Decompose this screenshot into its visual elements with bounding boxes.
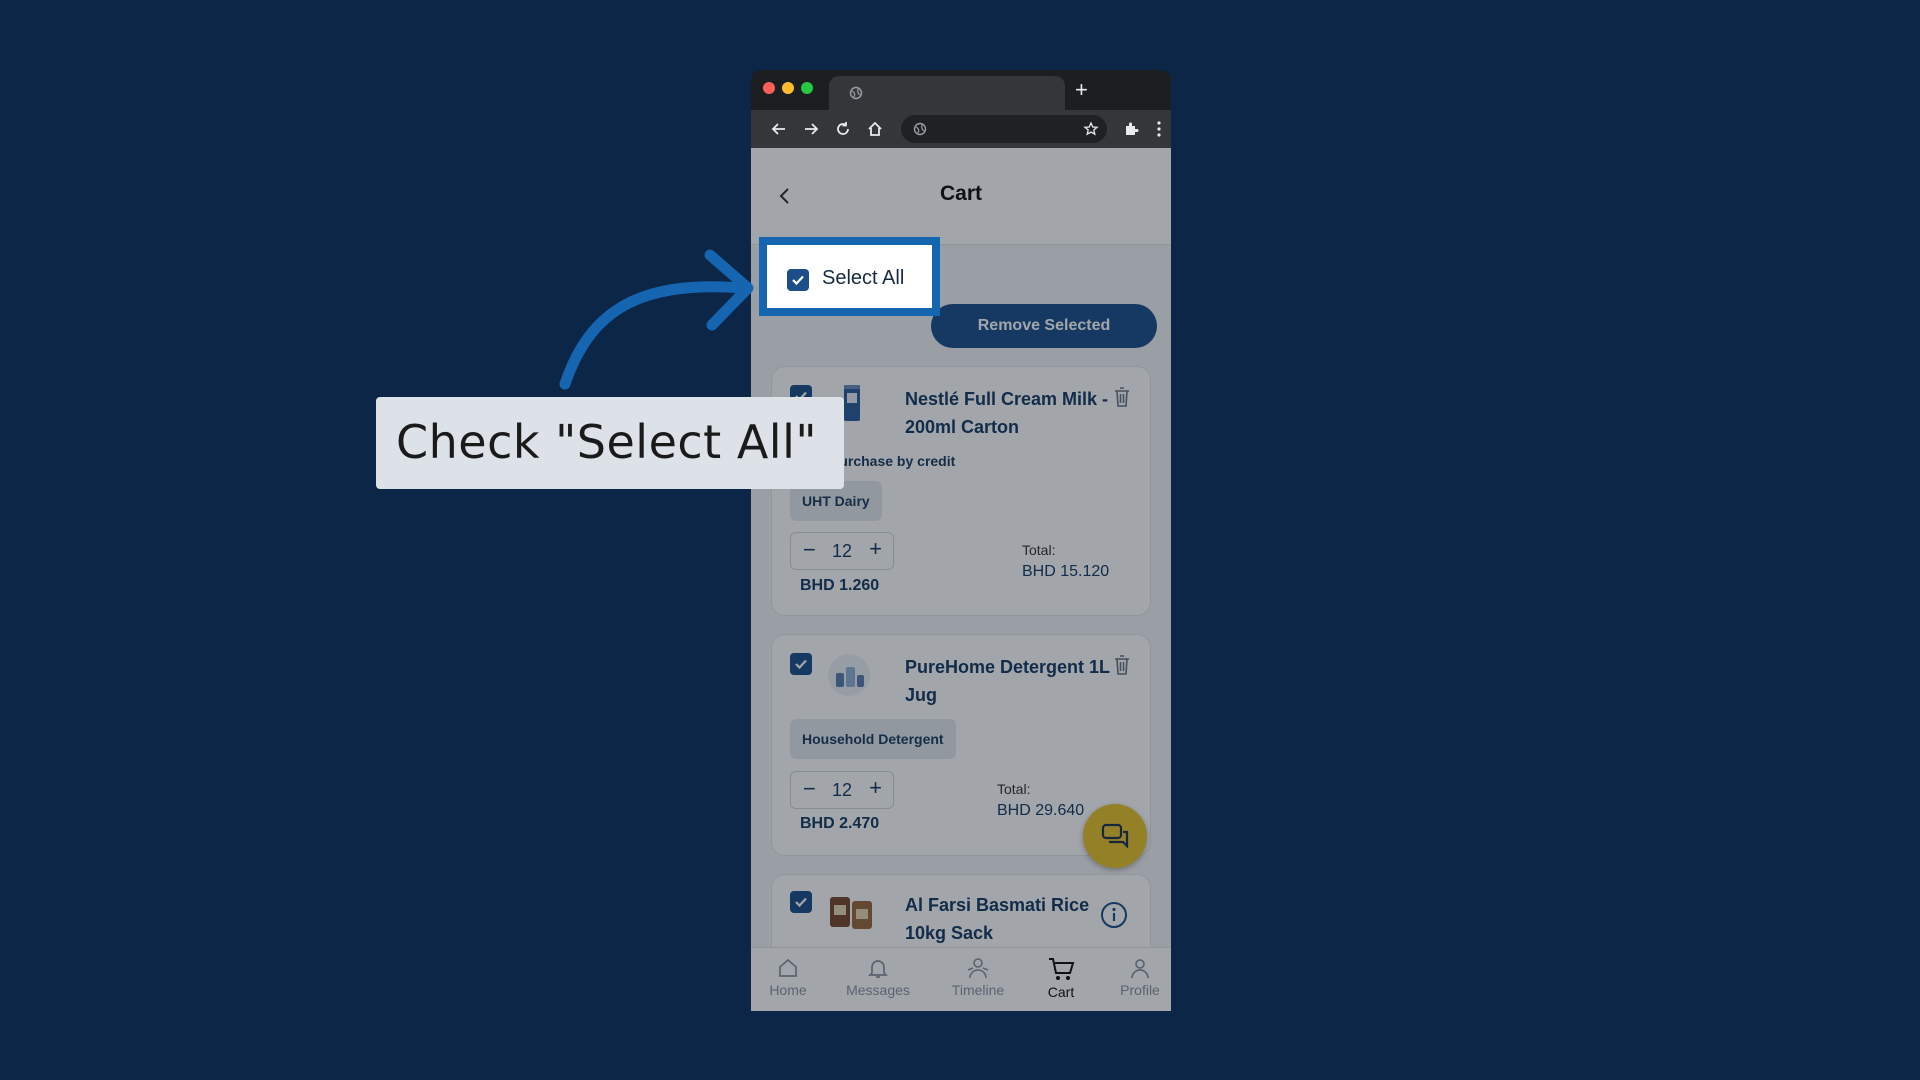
instruction-text: Check "Select All" (396, 415, 818, 469)
globe-icon (849, 86, 863, 100)
minimize-window-button[interactable] (782, 82, 794, 94)
check-icon (792, 275, 804, 286)
globe-icon (913, 122, 927, 136)
maximize-window-button[interactable] (801, 82, 813, 94)
select-all-label: Select All (822, 267, 905, 289)
instruction-callout: Check "Select All" (376, 397, 844, 489)
close-window-button[interactable] (763, 82, 775, 94)
address-bar[interactable] (901, 115, 1107, 143)
more-options-icon[interactable] (1149, 119, 1169, 139)
back-icon[interactable] (769, 119, 789, 139)
forward-icon[interactable] (801, 119, 821, 139)
reload-icon[interactable] (833, 119, 853, 139)
select-all-checkbox[interactable] (787, 269, 809, 291)
browser-tab[interactable] (829, 76, 1065, 110)
extensions-icon[interactable] (1121, 119, 1141, 139)
bookmark-star-icon[interactable] (1083, 121, 1099, 137)
home-icon[interactable] (865, 119, 885, 139)
select-all-highlight[interactable]: Select All (759, 237, 940, 316)
browser-tab-bar: + (751, 70, 1171, 110)
browser-toolbar (751, 110, 1171, 148)
new-tab-button[interactable]: + (1075, 77, 1088, 103)
